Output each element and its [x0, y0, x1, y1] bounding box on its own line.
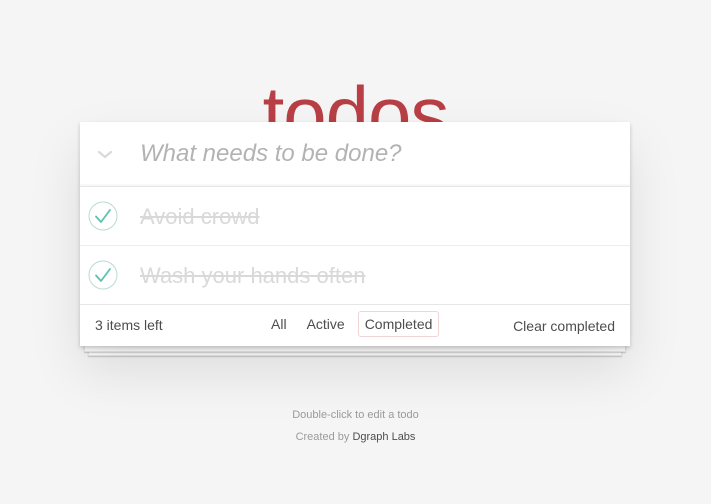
- edit-hint: Double-click to edit a todo: [292, 409, 419, 421]
- todo-label[interactable]: Wash your hands often: [140, 246, 365, 306]
- todo-item[interactable]: Wash your hands often: [80, 246, 630, 304]
- todo-item[interactable]: Avoid crowd: [80, 187, 630, 246]
- clear-completed-button[interactable]: Clear completed: [513, 318, 615, 334]
- todo-checkbox-checked-icon[interactable]: [88, 260, 118, 290]
- todo-label[interactable]: Avoid crowd: [140, 187, 259, 247]
- items-left-count: 3 items left: [95, 317, 163, 333]
- todo-header: [80, 122, 630, 187]
- todo-list: Avoid crowd Wash your hands often: [80, 187, 630, 304]
- filter-completed[interactable]: Completed: [357, 311, 440, 337]
- credits-link[interactable]: Dgraph Labs: [352, 431, 415, 443]
- filter-list: All Active Completed: [264, 311, 440, 337]
- todo-checkbox-checked-icon[interactable]: [88, 201, 118, 231]
- new-todo-input[interactable]: [140, 122, 610, 186]
- todo-app: Avoid crowd Wash your hands often 3 item…: [80, 122, 630, 346]
- credits-prefix: Created by: [295, 431, 350, 443]
- credits: Created by Dgraph Labs: [0, 431, 711, 443]
- toggle-all-chevron-down-icon[interactable]: [94, 144, 116, 164]
- todo-footer: 3 items left All Active Completed Clear …: [80, 304, 630, 346]
- filter-all[interactable]: All: [264, 311, 294, 337]
- filter-active[interactable]: Active: [300, 311, 352, 337]
